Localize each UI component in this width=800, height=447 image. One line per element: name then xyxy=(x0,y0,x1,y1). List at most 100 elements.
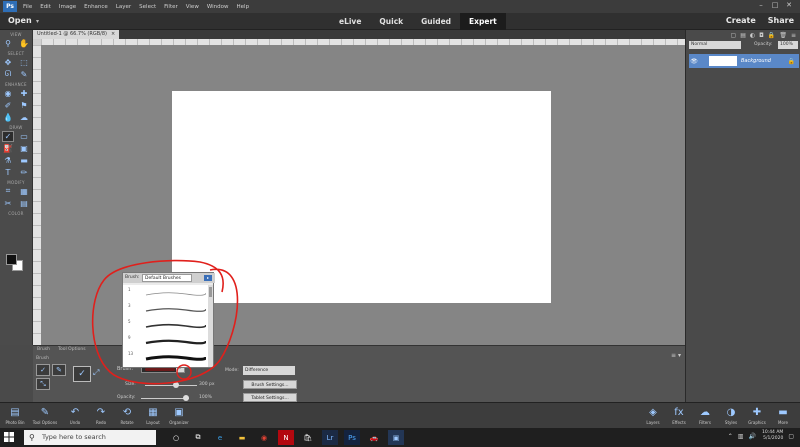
menu-help[interactable]: Help xyxy=(237,4,250,10)
taskbar-search[interactable]: ⚲ Type here to search xyxy=(24,430,156,445)
panel-options-icon[interactable]: ≡ ▾ xyxy=(671,352,681,359)
airbrush-toggle-icon[interactable]: ✓ xyxy=(73,366,91,382)
opacity-slider-knob[interactable] xyxy=(183,395,189,401)
tab-tool-options[interactable]: Tool Options xyxy=(54,346,90,354)
move-tool-icon[interactable]: ✥ xyxy=(2,57,14,68)
brush-item[interactable]: 13 xyxy=(126,351,206,365)
size-value[interactable]: 300 px xyxy=(199,382,215,387)
brush-item[interactable]: 3 xyxy=(126,303,206,317)
open-button[interactable]: Open xyxy=(8,16,32,25)
menu-edit[interactable]: Edit xyxy=(40,4,51,10)
windows-start-icon[interactable] xyxy=(4,432,14,442)
chrome-icon[interactable]: ◉ xyxy=(256,430,272,445)
minimize-button[interactable]: – xyxy=(754,1,768,9)
tablet-brush-icon[interactable]: ⤢ xyxy=(93,368,99,378)
create-button[interactable]: Create xyxy=(726,16,756,25)
impressionist-brush-icon[interactable]: ✎ xyxy=(52,364,66,376)
more-button[interactable]: ▬ More xyxy=(770,405,796,429)
blend-mode-dropdown[interactable]: Difference xyxy=(243,366,295,375)
tab-quick[interactable]: Quick xyxy=(370,13,412,30)
color-replacement-icon[interactable]: ⤡ xyxy=(36,378,50,390)
content-aware-move-icon[interactable]: ✂ xyxy=(2,198,14,209)
volume-icon[interactable]: 🔊 xyxy=(748,433,755,440)
brush-opacity-value[interactable]: 100% xyxy=(199,395,212,400)
car-app-icon[interactable]: 🚗 xyxy=(366,430,382,445)
brush-opacity-slider[interactable] xyxy=(141,395,189,401)
pencil-tool-icon[interactable]: ✏ xyxy=(18,167,30,178)
notifications-icon[interactable]: ▢ xyxy=(788,433,794,440)
recompose-tool-icon[interactable]: ▦ xyxy=(18,186,30,197)
graphics-button[interactable]: ✚ Graphics xyxy=(744,405,770,429)
rotate-button[interactable]: ⟲ Rotate xyxy=(114,405,140,429)
netflix-icon[interactable]: N xyxy=(278,430,294,445)
document-tab[interactable]: Untitled-1 @ 66.7% (RGB/8) × xyxy=(33,30,120,39)
gradient-tool-icon[interactable]: ▣ xyxy=(18,143,30,154)
share-button[interactable]: Share xyxy=(768,16,794,25)
chevron-down-icon[interactable]: ▾ xyxy=(36,18,39,25)
task-view-icon[interactable]: ⧉ xyxy=(190,430,206,445)
effects-button[interactable]: fx Effects xyxy=(666,405,692,429)
store-icon[interactable]: 🛍 xyxy=(300,430,316,445)
tool-options-button[interactable]: ✎ Tool Options xyxy=(32,405,58,429)
brush-library-select[interactable]: Default Brushes xyxy=(142,274,192,282)
menu-enhance[interactable]: Enhance xyxy=(84,4,108,10)
layout-button[interactable]: ▦ Layout xyxy=(140,405,166,429)
filters-button[interactable]: ☁ Filters xyxy=(692,405,718,429)
mask-icon[interactable]: ◘ xyxy=(759,32,764,39)
brush-variant-icon[interactable]: ✓ xyxy=(36,364,50,376)
file-explorer-icon[interactable]: ▬ xyxy=(234,430,250,445)
eye-tool-icon[interactable]: ◉ xyxy=(2,88,14,99)
brush-tool-icon[interactable]: ✓ xyxy=(2,130,14,142)
zoom-tool-icon[interactable]: ⚲ xyxy=(2,38,14,49)
maximize-button[interactable]: □ xyxy=(768,1,782,9)
clone-stamp-icon[interactable]: ⚑ xyxy=(18,100,30,111)
layers-button[interactable]: ◈ Layers xyxy=(640,405,666,429)
panel-menu-icon[interactable]: ≡ xyxy=(791,32,796,39)
menu-view[interactable]: View xyxy=(186,4,199,10)
tab-elive[interactable]: eLive xyxy=(330,13,370,30)
adjustment-icon[interactable]: ◐ xyxy=(750,32,755,39)
menu-file[interactable]: File xyxy=(23,4,32,10)
tab-brush[interactable]: Brush xyxy=(33,346,54,354)
photoshop-icon[interactable]: Ps xyxy=(344,430,360,445)
foreground-color-swatch[interactable] xyxy=(6,254,17,265)
hand-tool-icon[interactable]: ✋ xyxy=(18,38,30,49)
brush-list-scrollbar[interactable] xyxy=(208,285,213,367)
menu-select[interactable]: Select xyxy=(139,4,156,10)
scrollbar-thumb[interactable] xyxy=(209,287,212,297)
quick-selection-icon[interactable]: ✎ xyxy=(18,69,30,80)
eraser-tool-icon[interactable]: ▭ xyxy=(18,131,30,142)
straighten-tool-icon[interactable]: ▤ xyxy=(18,198,30,209)
document-canvas[interactable] xyxy=(172,91,551,303)
brush-item[interactable]: 5 xyxy=(126,319,206,333)
blur-tool-icon[interactable]: 💧 xyxy=(2,112,14,123)
trash-icon[interactable]: 🗑 xyxy=(779,32,787,39)
menu-layer[interactable]: Layer xyxy=(116,4,131,10)
network-icon[interactable]: ▥ xyxy=(738,433,744,440)
brush-item[interactable]: 9 xyxy=(126,335,206,349)
eyedropper-icon[interactable]: ⚗ xyxy=(2,155,14,166)
elements-icon[interactable]: ▣ xyxy=(388,430,404,445)
blend-mode-select[interactable]: Normal xyxy=(689,41,741,49)
spot-healing-icon[interactable]: ✚ xyxy=(18,88,30,99)
smart-brush-icon[interactable]: ✐ xyxy=(2,100,14,111)
crop-tool-icon[interactable]: ⌗ xyxy=(2,186,14,197)
size-slider-knob[interactable] xyxy=(173,382,180,388)
color-swatches[interactable] xyxy=(6,254,24,272)
brush-picker-menu-icon[interactable]: ▸ xyxy=(204,275,212,281)
marquee-tool-icon[interactable]: ⬚ xyxy=(18,57,30,68)
sponge-tool-icon[interactable]: ☁ xyxy=(18,112,30,123)
opacity-field[interactable]: 100% xyxy=(778,41,798,49)
brush-settings-button[interactable]: Brush Settings... xyxy=(243,380,297,389)
shape-tool-icon[interactable]: ▬ xyxy=(18,155,30,166)
lightroom-icon[interactable]: Lr xyxy=(322,430,338,445)
clock[interactable]: 10:44 AM 5/1/2020 xyxy=(762,430,783,442)
styles-button[interactable]: ◑ Styles xyxy=(718,405,744,429)
redo-button[interactable]: ↷ Redo xyxy=(88,405,114,429)
lock-icon[interactable]: 🔒 xyxy=(768,32,775,39)
group-icon[interactable]: ▤ xyxy=(740,32,746,39)
menu-image[interactable]: Image xyxy=(59,4,76,10)
undo-button[interactable]: ↶ Undo xyxy=(62,405,88,429)
brush-item[interactable]: 1 xyxy=(126,287,206,301)
edge-icon[interactable]: e xyxy=(212,430,228,445)
